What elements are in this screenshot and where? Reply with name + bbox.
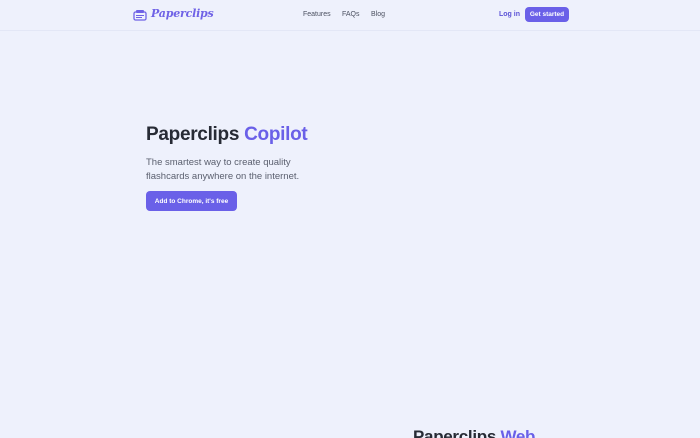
nav-link-faqs[interactable]: FAQs [342, 11, 360, 18]
login-link[interactable]: Log in [499, 11, 520, 18]
next-section-title-accent: Web [500, 427, 536, 438]
next-section-title-main: Paperclips [413, 427, 496, 438]
add-to-chrome-button[interactable]: Add to Chrome, it's free [146, 191, 237, 211]
hero-subtitle: The smartest way to create quality flash… [146, 157, 300, 182]
page: Paperclips Features FAQs Blog Log in Get… [0, 0, 700, 438]
site-header: Paperclips Features FAQs Blog Log in Get… [0, 0, 700, 31]
hero-title-main: Paperclips [146, 124, 240, 145]
logo-link[interactable]: Paperclips [133, 7, 214, 21]
nav-link-features[interactable]: Features [303, 11, 331, 18]
logo-text: Paperclips [151, 7, 214, 20]
nav-link-blog[interactable]: Blog [371, 11, 385, 18]
next-section-title: Paperclips Web [413, 427, 535, 438]
paperclips-logo-icon [133, 8, 147, 21]
hero-title-accent: Copilot [244, 124, 308, 145]
hero-title: Paperclips Copilot [146, 124, 308, 146]
get-started-button[interactable]: Get started [525, 7, 569, 22]
